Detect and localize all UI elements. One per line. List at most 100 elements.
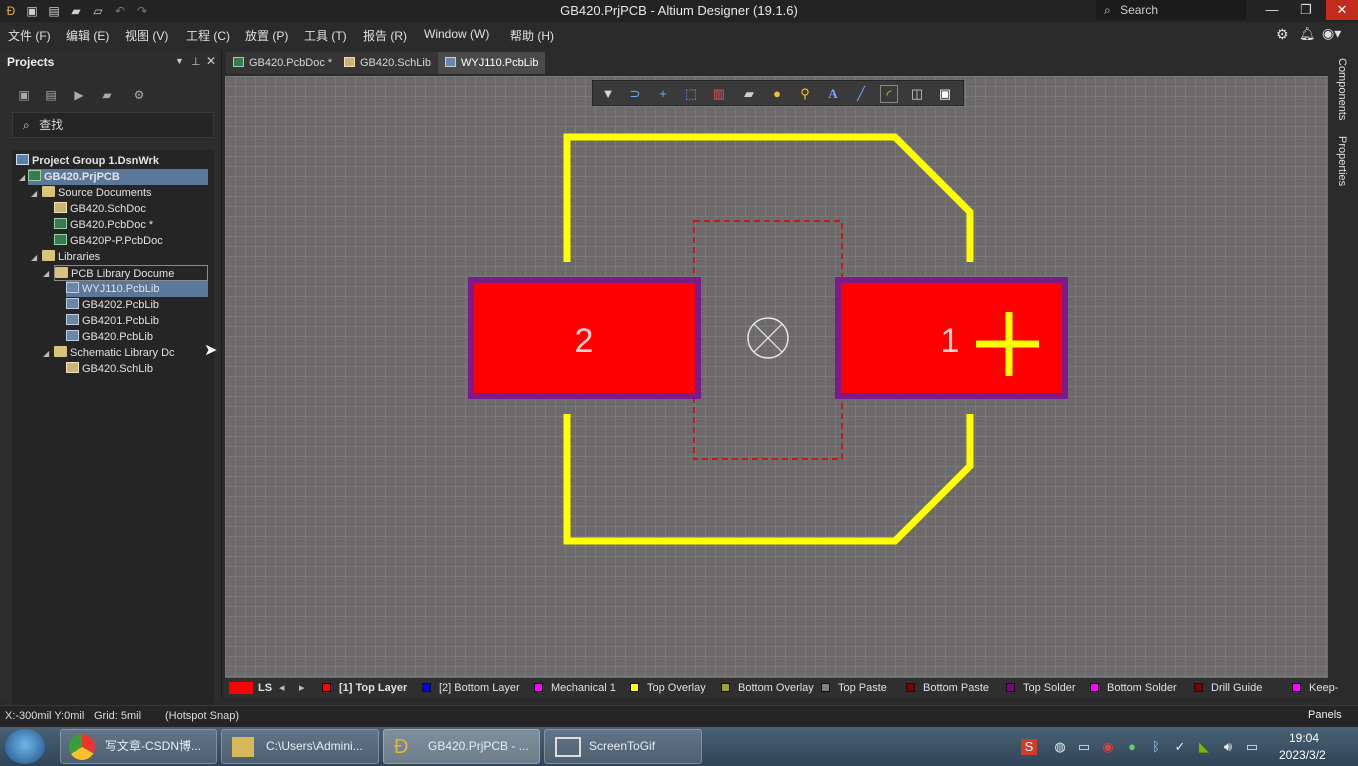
layer-tab[interactable]: Top Solder [1006, 681, 1076, 695]
menu-project[interactable]: 工程 (C) [186, 27, 230, 44]
global-search-input[interactable]: ⌕ Search [1096, 0, 1246, 20]
tree-item-gb4201-pcblib[interactable]: GB4201.PcbLib [66, 313, 159, 329]
menu-file[interactable]: 文件 (F) [8, 27, 51, 44]
place-text-icon[interactable]: A [824, 85, 842, 103]
current-layer-swatch[interactable] [229, 682, 253, 694]
notifications-icon[interactable]: 🔔︎ [1299, 26, 1316, 42]
place-line-icon[interactable]: ╱ [852, 85, 870, 103]
bluetooth-icon[interactable]: ᛒ [1148, 739, 1164, 755]
layer-scroll-right-icon[interactable]: ▸ [299, 681, 305, 695]
menu-view[interactable]: 视图 (V) [125, 27, 168, 44]
tree-item-libraries[interactable]: Libraries [42, 249, 100, 265]
network-globe-icon[interactable]: ◍ [1052, 739, 1068, 755]
components-panel-tab[interactable]: Components [1336, 58, 1348, 120]
netease-music-icon[interactable]: ◉ [1100, 739, 1116, 755]
panel-close-icon[interactable]: ✕ [206, 54, 216, 68]
taskbar-item-explorer[interactable]: C:\Users\Admini... [221, 729, 379, 764]
place-arc-icon[interactable]: ◜ [880, 85, 898, 103]
nvidia-icon[interactable]: ◣ [1196, 739, 1212, 755]
place-via-icon[interactable]: ⚲ [796, 85, 814, 103]
layer-tab[interactable]: [2] Bottom Layer [422, 681, 520, 695]
tree-item-schdoc[interactable]: GB420.SchDoc [54, 201, 146, 217]
menu-help[interactable]: 帮助 (H) [510, 27, 554, 44]
component-icon[interactable]: ▰ [740, 85, 758, 103]
tab-gb420-schlib[interactable]: GB420.SchLib [337, 52, 438, 74]
tab-wyj110-pcblib[interactable]: WYJ110.PcbLib [438, 52, 546, 74]
project-settings-icon[interactable]: ⚙ [132, 88, 146, 102]
menu-reports[interactable]: 报告 (R) [363, 27, 407, 44]
layer-tab[interactable]: Bottom Overlay [721, 681, 814, 695]
action-center-icon[interactable]: ▭ [1244, 739, 1260, 755]
save-project-icon[interactable]: ▣ [17, 88, 31, 102]
collapse-arrow-icon[interactable]: ◢ [31, 189, 37, 198]
tree-item-schematic-library-documents[interactable]: Schematic Library Dc [54, 345, 175, 361]
start-button[interactable] [5, 729, 45, 764]
pcb-footprint-canvas[interactable]: 2 1 [225, 76, 1328, 678]
panel-menu-dropdown-icon[interactable]: ▼ [175, 56, 184, 66]
layer-tab[interactable]: Drill Guide [1194, 681, 1262, 695]
layer-tab[interactable]: Top Paste [821, 681, 887, 695]
tree-item-project-group[interactable]: Project Group 1.DsnWrk [16, 153, 159, 169]
menu-tools[interactable]: 工具 (T) [304, 27, 347, 44]
pin-icon[interactable]: ⊥ [191, 55, 201, 68]
crosshair-icon[interactable]: + [654, 85, 672, 103]
layer-tab[interactable]: Bottom Solder [1090, 681, 1177, 695]
input-method-icon[interactable]: S [1021, 739, 1037, 755]
layer-tab[interactable]: Keep- [1292, 681, 1338, 695]
save-all-project-icon[interactable]: ▤ [44, 88, 58, 102]
place-region-icon[interactable]: ◫ [908, 85, 926, 103]
layer-tab[interactable]: Bottom Paste [906, 681, 989, 695]
panels-button[interactable]: Panels [1308, 709, 1342, 721]
taskbar-item-chrome[interactable]: 写文章-CSDN博... [60, 729, 217, 764]
restore-button[interactable]: ❐ [1290, 0, 1322, 20]
taskbar-item-altium[interactable]: Ð GB420.PrjPCB - ... [383, 729, 540, 764]
menu-edit[interactable]: 编辑 (E) [66, 27, 109, 44]
tree-item-pcb-library-documents[interactable]: PCB Library Docume [54, 265, 208, 281]
safe-removal-icon[interactable]: ✓ [1172, 739, 1188, 755]
volume-icon[interactable]: 🔊︎ [1220, 739, 1236, 755]
layer-tab[interactable]: Mechanical 1 [534, 681, 616, 695]
layer-label: Keep- [1309, 682, 1339, 694]
courtyard-outline [693, 220, 843, 460]
collapse-arrow-icon[interactable]: ◢ [19, 173, 25, 182]
tree-item-prjpcb[interactable]: GB420.PrjPCB [28, 169, 208, 185]
filter-icon[interactable]: ▼ [599, 85, 617, 103]
snap-icon[interactable]: ⊃ [626, 85, 644, 103]
place-fill-icon[interactable]: ▣ [936, 85, 954, 103]
minimize-button[interactable]: — [1256, 0, 1288, 20]
menu-place[interactable]: 放置 (P) [245, 27, 288, 44]
collapse-arrow-icon[interactable]: ◢ [43, 269, 49, 278]
collapse-arrow-icon[interactable]: ◢ [31, 253, 37, 262]
user-account-icon[interactable]: ◉▾ [1322, 25, 1341, 42]
align-icon[interactable]: ▥ [710, 85, 728, 103]
compile-icon[interactable]: ▶ [72, 88, 86, 102]
settings-icon[interactable]: ⚙ [1276, 26, 1289, 43]
document-tabs: GB420.PcbDoc * GB420.SchLib WYJ110.PcbLi… [224, 50, 1328, 74]
keyboard-icon[interactable]: ▭ [1076, 739, 1092, 755]
layer-tab[interactable]: Top Overlay [630, 681, 706, 695]
tree-item-wyj110-pcblib[interactable]: WYJ110.PcbLib [66, 281, 208, 297]
layer-scroll-left-icon[interactable]: ◂ [279, 681, 285, 695]
tree-item-gb420-pcblib[interactable]: GB420.PcbLib [66, 329, 153, 345]
layer-set-button[interactable]: LS [258, 681, 272, 695]
close-button[interactable]: ✕ [1326, 0, 1358, 20]
taskbar-item-screentogif[interactable]: ScreenToGif [544, 729, 702, 764]
tree-item-pcbdoc-pp[interactable]: GB420P-P.PcbDoc [54, 233, 163, 249]
properties-panel-tab[interactable]: Properties [1336, 136, 1348, 186]
projects-search-input[interactable]: ⌕ 查找 [12, 112, 214, 138]
tree-item-gb4202-pcblib[interactable]: GB4202.PcbLib [66, 297, 159, 313]
tree-item-source-documents[interactable]: Source Documents [42, 185, 152, 201]
clock-date[interactable]: 2023/3/2 [1279, 748, 1326, 762]
pad-2-number: 2 [575, 322, 594, 360]
wechat-icon[interactable]: ● [1124, 739, 1140, 755]
tab-gb420-pcbdoc[interactable]: GB420.PcbDoc * [226, 52, 340, 74]
select-rectangle-icon[interactable]: ⬚ [682, 85, 700, 103]
tree-item-gb420-schlib[interactable]: GB420.SchLib [66, 361, 153, 377]
tree-item-pcbdoc[interactable]: GB420.PcbDoc * [54, 217, 153, 233]
menu-window[interactable]: Window (W) [424, 27, 489, 41]
clock-time[interactable]: 19:04 [1289, 731, 1319, 745]
place-pad-icon[interactable]: ● [768, 85, 786, 103]
open-folder-project-icon[interactable]: ▰ [100, 88, 114, 102]
layer-tab[interactable]: [1] Top Layer [322, 681, 407, 695]
collapse-arrow-icon[interactable]: ◢ [43, 349, 49, 358]
